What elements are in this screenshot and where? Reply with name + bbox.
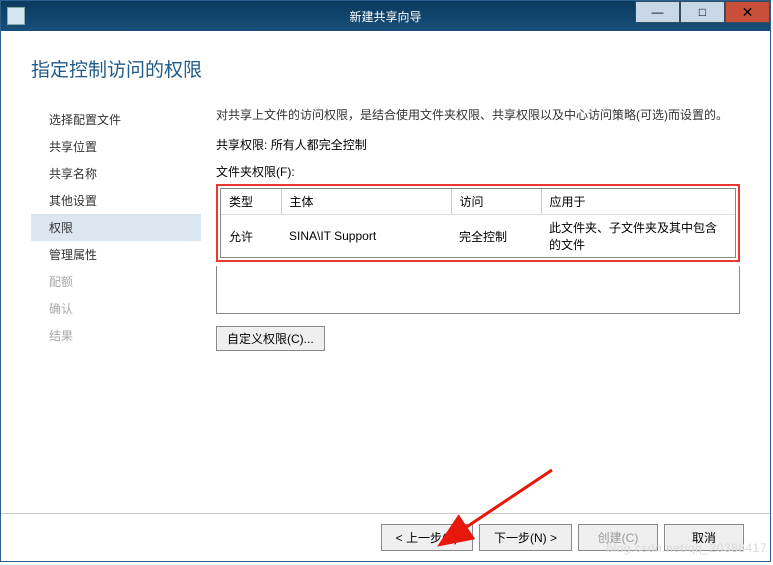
window-title: 新建共享向导 [349, 8, 421, 25]
create-button: 创建(C) [578, 524, 658, 551]
sidebar-item-permissions[interactable]: 权限 [31, 214, 201, 241]
window-controls: — □ ✕ [635, 1, 770, 23]
cancel-button[interactable]: 取消 [664, 524, 744, 551]
cell-principal: SINA\IT Support [281, 215, 451, 258]
sidebar-item-management[interactable]: 管理属性 [49, 241, 201, 268]
wizard-window: 新建共享向导 — □ ✕ 指定控制访问的权限 选择配置文件 共享位置 共享名称 … [0, 0, 771, 562]
titlebar: 新建共享向导 — □ ✕ [1, 1, 770, 31]
cell-access: 完全控制 [451, 215, 541, 258]
cell-applies: 此文件夹、子文件夹及其中包含的文件 [541, 215, 735, 258]
sidebar-item-confirm: 确认 [49, 295, 201, 322]
sidebar-item-profile[interactable]: 选择配置文件 [49, 106, 201, 133]
col-type[interactable]: 类型 [221, 189, 281, 215]
share-perm-value: 所有人都完全控制 [271, 138, 367, 152]
maximize-button[interactable]: □ [680, 1, 725, 23]
content-area: 指定控制访问的权限 选择配置文件 共享位置 共享名称 其他设置 权限 管理属性 … [1, 31, 770, 513]
sidebar-item-name[interactable]: 共享名称 [49, 160, 201, 187]
description-text: 对共享上文件的访问权限，是结合使用文件夹权限、共享权限以及中心访问策略(可选)而… [216, 106, 740, 124]
folder-perm-label: 文件夹权限(F): [216, 163, 740, 180]
sidebar-item-location[interactable]: 共享位置 [49, 133, 201, 160]
main-panel: 对共享上文件的访问权限，是结合使用文件夹权限、共享权限以及中心访问策略(可选)而… [201, 106, 770, 351]
sidebar-item-quota: 配额 [49, 268, 201, 295]
table-row[interactable]: 允许 SINA\IT Support 完全控制 此文件夹、子文件夹及其中包含的文… [221, 215, 735, 258]
next-button[interactable]: 下一步(N) > [479, 524, 572, 551]
wizard-sidebar: 选择配置文件 共享位置 共享名称 其他设置 权限 管理属性 配额 确认 结果 [1, 106, 201, 351]
share-perm-label: 共享权限: [216, 138, 267, 152]
sidebar-item-results: 结果 [49, 322, 201, 349]
previous-button[interactable]: < 上一步(P) [381, 524, 473, 551]
footer: < 上一步(P) 下一步(N) > 创建(C) 取消 [1, 513, 770, 561]
col-applies[interactable]: 应用于 [541, 189, 735, 215]
col-access[interactable]: 访问 [451, 189, 541, 215]
customize-permissions-button[interactable]: 自定义权限(C)... [216, 326, 325, 351]
cell-type: 允许 [221, 215, 281, 258]
body-area: 选择配置文件 共享位置 共享名称 其他设置 权限 管理属性 配额 确认 结果 对… [1, 82, 770, 351]
highlight-annotation: 类型 主体 访问 应用于 允许 SINA\IT Support [216, 184, 740, 262]
page-title: 指定控制访问的权限 [1, 31, 770, 82]
sidebar-item-other[interactable]: 其他设置 [49, 187, 201, 214]
share-permission-line: 共享权限: 所有人都完全控制 [216, 136, 740, 153]
minimize-button[interactable]: — [635, 1, 680, 23]
table-header-row: 类型 主体 访问 应用于 [221, 189, 735, 215]
permissions-table[interactable]: 类型 主体 访问 应用于 允许 SINA\IT Support [220, 188, 736, 258]
app-icon [7, 7, 25, 25]
col-principal[interactable]: 主体 [281, 189, 451, 215]
table-empty-area [216, 266, 740, 314]
close-button[interactable]: ✕ [725, 1, 770, 23]
